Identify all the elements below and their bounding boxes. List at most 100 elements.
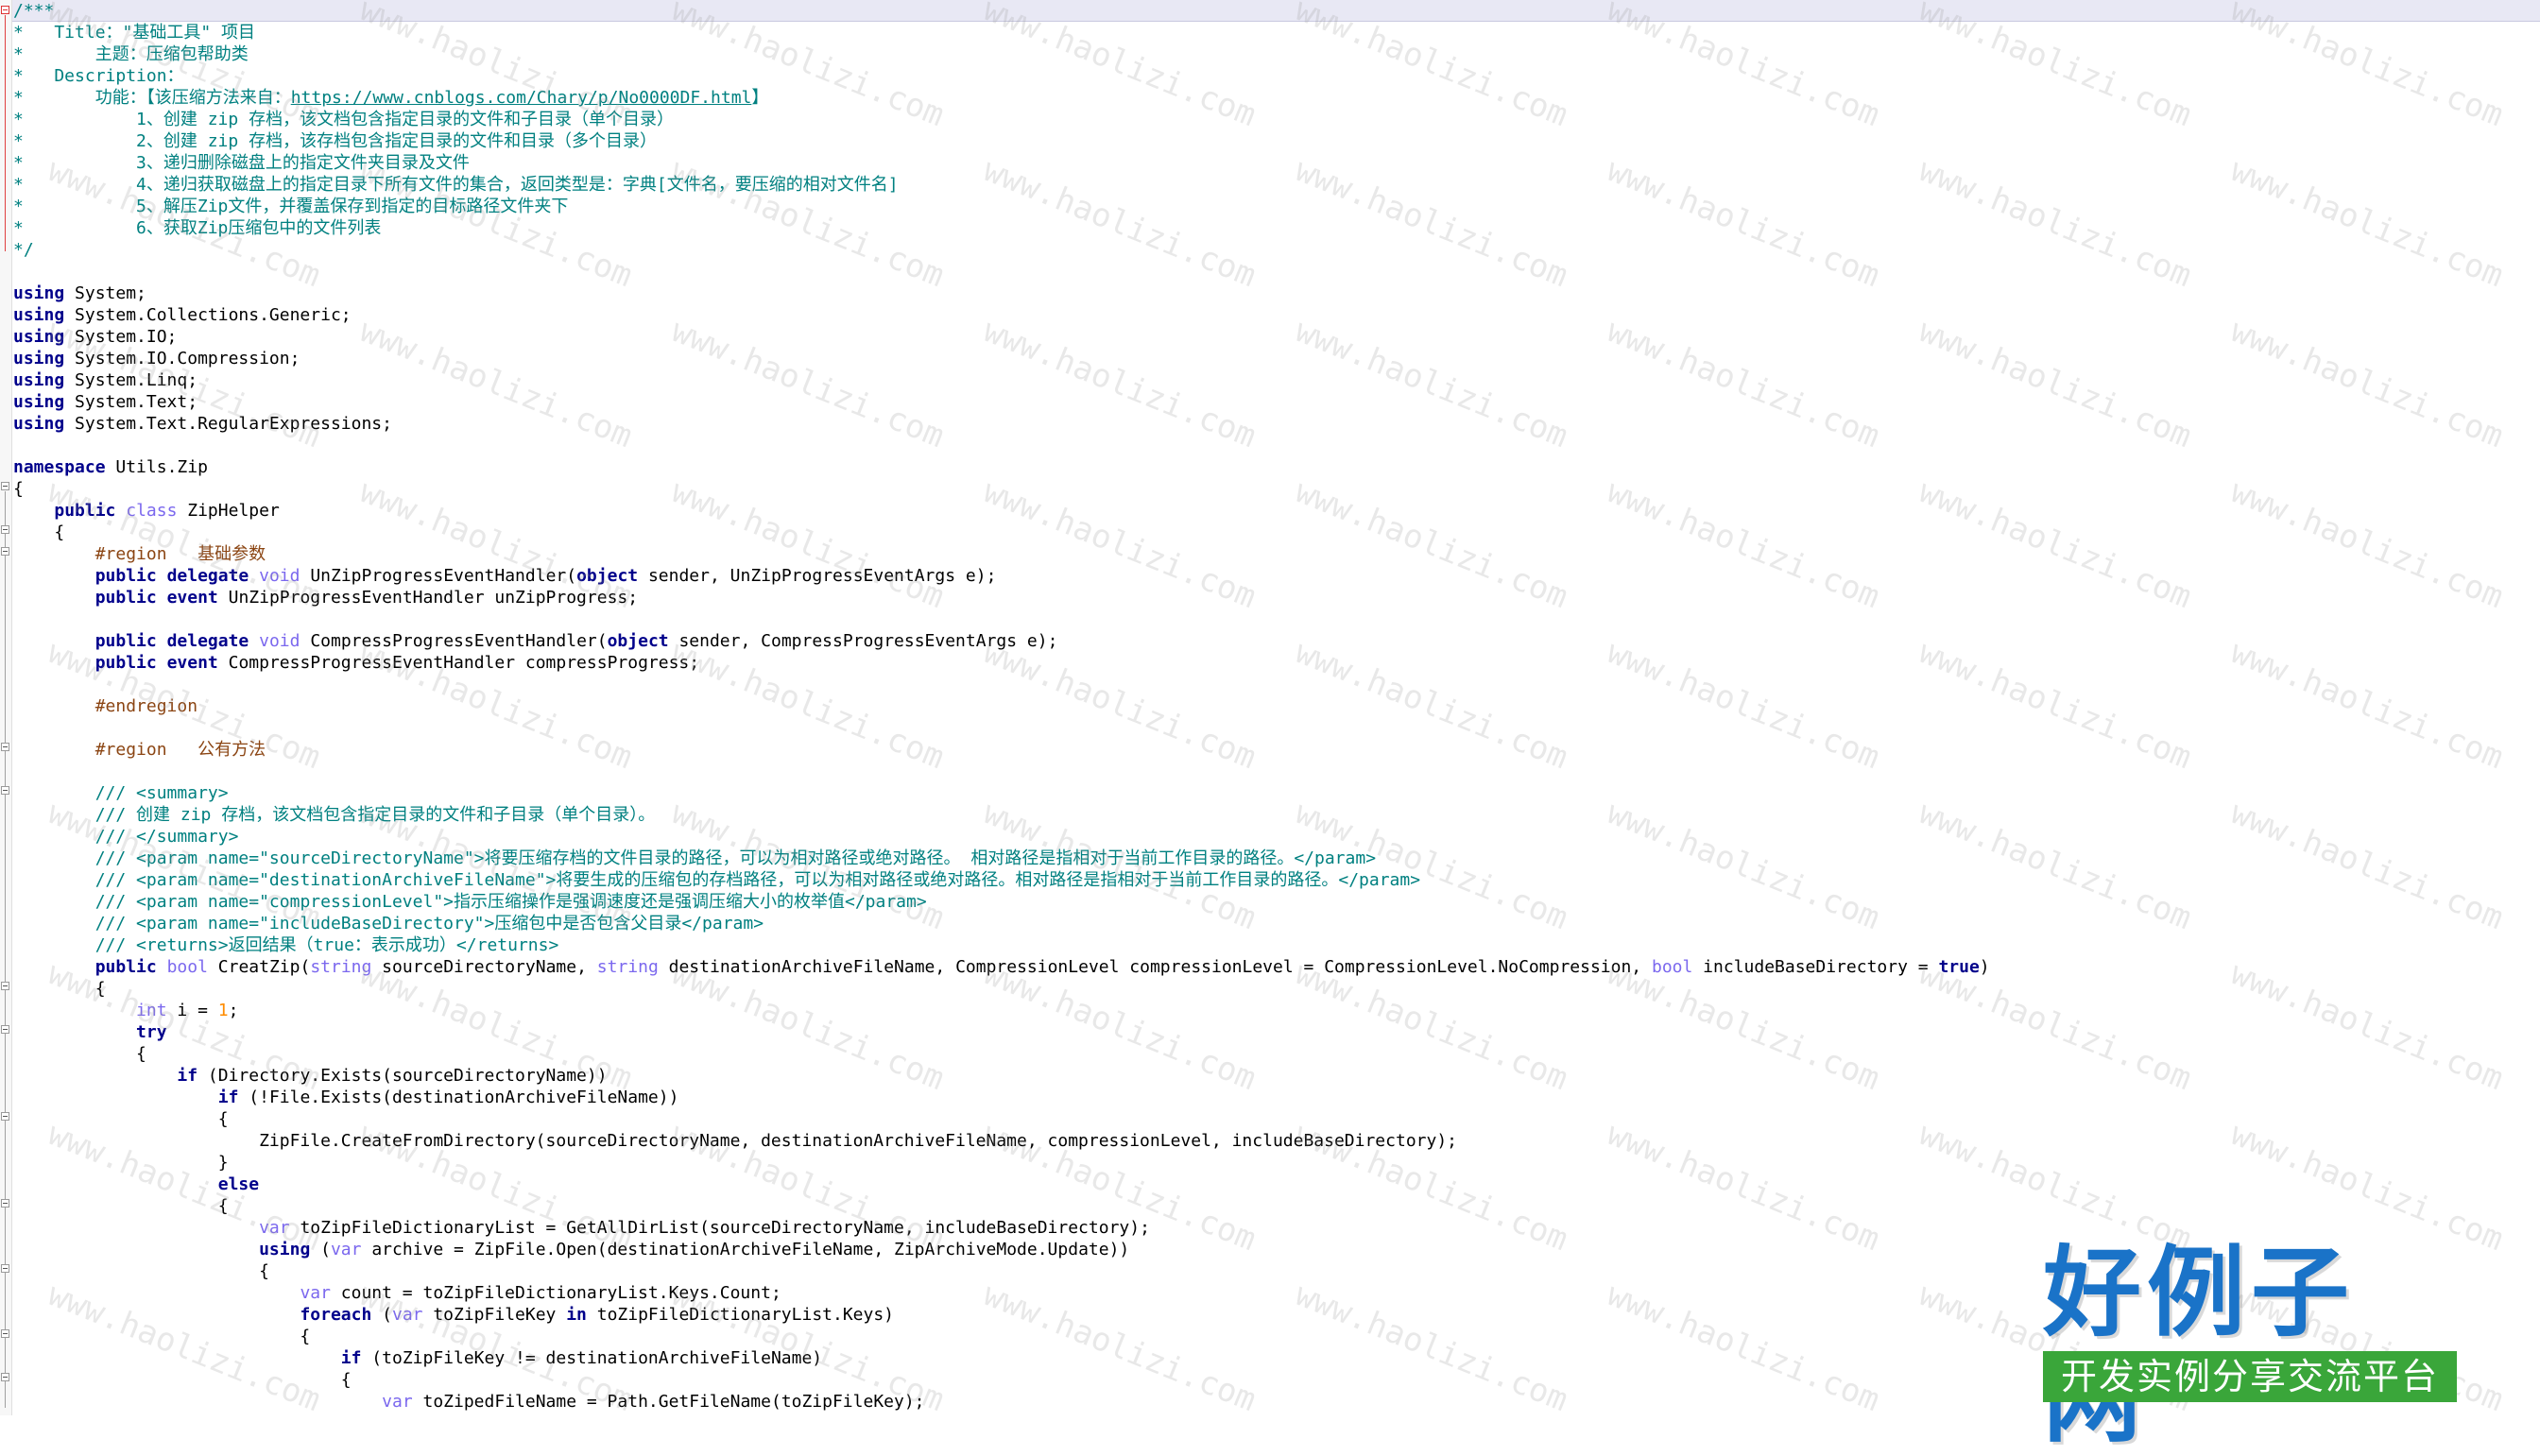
code-line[interactable]: else: [13, 1173, 2527, 1195]
code-line[interactable]: using System.Text.RegularExpressions;: [13, 413, 2527, 435]
code-line[interactable]: {: [13, 1195, 2527, 1217]
code-line[interactable]: if (!File.Exists(destinationArchiveFileN…: [13, 1087, 2527, 1108]
code-token: using: [13, 392, 65, 412]
fold-toggle-icon[interactable]: [1, 743, 9, 751]
code-line[interactable]: [13, 608, 2527, 630]
code-line[interactable]: {: [13, 978, 2527, 1000]
code-token: {: [13, 979, 106, 999]
code-token[interactable]: https://www.cnblogs.com/Chary/p/No0000DF…: [291, 88, 752, 108]
code-line[interactable]: public bool CreatZip(string sourceDirect…: [13, 956, 2527, 978]
code-editor[interactable]: /*** * Title："基础工具" 项目 * 主题：压缩包帮助类 * Descri…: [13, 0, 2527, 1413]
fold-toggle-icon[interactable]: [1, 1112, 9, 1121]
code-line[interactable]: {: [13, 1043, 2527, 1065]
code-line[interactable]: {: [13, 1108, 2527, 1130]
code-token: (: [371, 1305, 392, 1325]
code-line[interactable]: [13, 717, 2527, 739]
code-line[interactable]: */: [13, 239, 2527, 261]
code-token: (toZipFileKey != destinationArchiveFileN…: [361, 1348, 823, 1368]
code-line[interactable]: * 1、创建 zip 存档，该文档包含指定目录的文件和子目录（单个目录）: [13, 109, 2527, 130]
code-line[interactable]: * 2、创建 zip 存档，该存档包含指定目录的文件和目录（多个目录）: [13, 130, 2527, 152]
code-token: public: [94, 588, 157, 608]
code-token: toZipFileDictionaryList.Keys): [586, 1305, 895, 1325]
code-token: #region 公有方法: [94, 740, 266, 760]
fold-toggle-icon[interactable]: [1, 1025, 9, 1034]
code-line[interactable]: [13, 761, 2527, 782]
code-token: System.Text;: [64, 392, 198, 412]
code-line[interactable]: /// <param name="includeBaseDirectory">压…: [13, 913, 2527, 934]
code-line[interactable]: /// <param name="compressionLevel">指示压缩操…: [13, 891, 2527, 913]
code-line[interactable]: using System.Linq;: [13, 369, 2527, 391]
fold-toggle-icon[interactable]: [1, 1329, 9, 1338]
fold-toggle-icon[interactable]: [1, 482, 9, 490]
code-token: CreatZip(: [207, 957, 311, 977]
code-token: bool: [1651, 957, 1693, 977]
fold-toggle-icon[interactable]: [1, 6, 9, 14]
code-token: {: [13, 522, 65, 542]
code-line[interactable]: using System.IO.Compression;: [13, 348, 2527, 369]
fold-toggle-icon[interactable]: [1, 547, 9, 556]
code-line[interactable]: {: [13, 522, 2527, 543]
logo-title: 好例子网: [2043, 1235, 2356, 1451]
code-line[interactable]: [13, 435, 2527, 456]
code-line[interactable]: * 主题：压缩包帮助类: [13, 43, 2527, 65]
code-line[interactable]: * 5、解压Zip文件，并覆盖保存到指定的目标路径文件夹下: [13, 196, 2527, 217]
code-token: /// <returns>返回结果（true：表示成功）</returns>: [94, 935, 559, 955]
code-token: {: [13, 1370, 352, 1390]
code-line[interactable]: /// 创建 zip 存档，该文档包含指定目录的文件和子目录（单个目录）。: [13, 804, 2527, 826]
code-token: string: [310, 957, 372, 977]
code-line[interactable]: /// <param name="destinationArchiveFileN…: [13, 869, 2527, 891]
code-token: namespace: [13, 457, 106, 477]
code-line[interactable]: using System.Collections.Generic;: [13, 304, 2527, 326]
code-token: ): [1979, 957, 1990, 977]
code-line[interactable]: public event UnZipProgressEventHandler u…: [13, 587, 2527, 608]
fold-toggle-icon[interactable]: [1, 982, 9, 990]
fold-toggle-icon[interactable]: [1, 786, 9, 795]
code-line[interactable]: /// <returns>返回结果（true：表示成功）</returns>: [13, 934, 2527, 956]
code-line[interactable]: #region 公有方法: [13, 739, 2527, 761]
code-line[interactable]: /// <summary>: [13, 782, 2527, 804]
code-token: System.IO;: [64, 327, 178, 347]
code-line[interactable]: }: [13, 1152, 2527, 1173]
code-line[interactable]: #region 基础参数: [13, 543, 2527, 565]
code-line[interactable]: /// </summary>: [13, 826, 2527, 848]
code-line[interactable]: public delegate void CompressProgressEve…: [13, 630, 2527, 652]
fold-toggle-icon[interactable]: [1, 1199, 9, 1208]
code-line[interactable]: * Title："基础工具" 项目: [13, 22, 2527, 43]
code-line[interactable]: try: [13, 1021, 2527, 1043]
code-line[interactable]: {: [13, 478, 2527, 500]
code-token: }: [13, 1153, 229, 1173]
code-line[interactable]: * 功能：【该压缩方法来自：https://www.cnblogs.com/Ch…: [13, 87, 2527, 109]
code-line[interactable]: [13, 674, 2527, 695]
code-line[interactable]: /// <param name="sourceDirectoryName">将要…: [13, 848, 2527, 869]
code-line[interactable]: [13, 261, 2527, 283]
code-line[interactable]: /***: [13, 0, 2527, 22]
code-line[interactable]: public delegate void UnZipProgressEventH…: [13, 565, 2527, 587]
code-line[interactable]: #endregion: [13, 695, 2527, 717]
code-line[interactable]: if (Directory.Exists(sourceDirectoryName…: [13, 1065, 2527, 1087]
code-line[interactable]: * 4、递归获取磁盘上的指定目录下所有文件的集合，返回类型是：字典[文件名，要压…: [13, 174, 2527, 196]
code-token: class: [126, 501, 178, 521]
code-token: /// </summary>: [94, 827, 239, 847]
code-token: /// <param name="sourceDirectoryName">将要…: [94, 848, 1377, 868]
fold-toggle-icon[interactable]: [1, 1373, 9, 1381]
code-line[interactable]: * 6、获取Zip压缩包中的文件列表: [13, 217, 2527, 239]
code-token: public: [94, 566, 157, 586]
code-line[interactable]: * 3、递归删除磁盘上的指定文件夹目录及文件: [13, 152, 2527, 174]
fold-toggle-icon[interactable]: [1, 1264, 9, 1273]
code-line[interactable]: namespace Utils.Zip: [13, 456, 2527, 478]
code-line[interactable]: public event CompressProgressEventHandle…: [13, 652, 2527, 674]
code-line[interactable]: using System.Text;: [13, 391, 2527, 413]
code-line[interactable]: int i = 1;: [13, 1000, 2527, 1021]
code-line[interactable]: using System;: [13, 283, 2527, 304]
code-line[interactable]: public class ZipHelper: [13, 500, 2527, 522]
fold-toggle-icon[interactable]: [1, 525, 9, 534]
code-line[interactable]: using System.IO;: [13, 326, 2527, 348]
code-line[interactable]: ZipFile.CreateFromDirectory(sourceDirect…: [13, 1130, 2527, 1152]
code-token: i =: [166, 1001, 218, 1020]
code-line[interactable]: * Description：: [13, 65, 2527, 87]
